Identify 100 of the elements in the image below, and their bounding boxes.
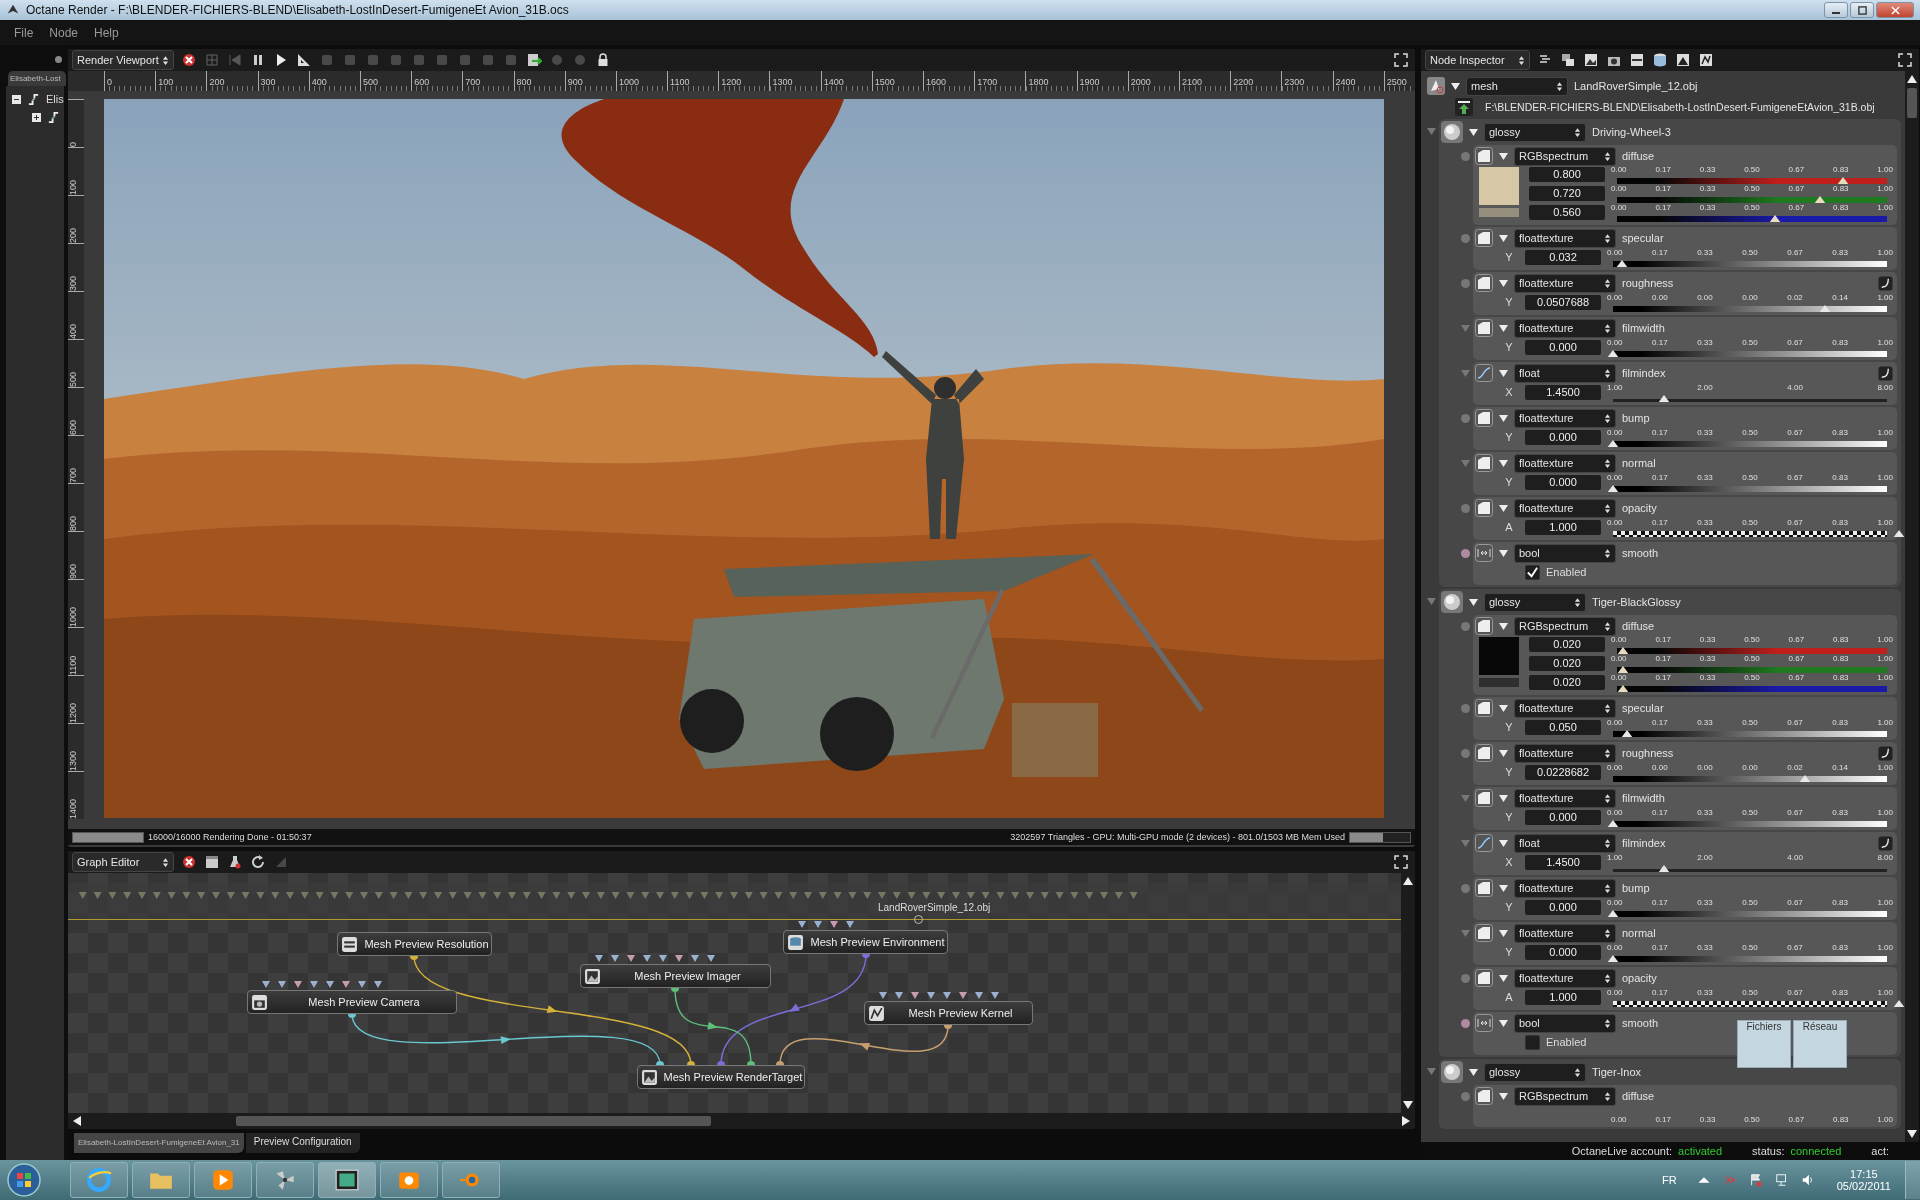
scroll-left-button[interactable] [72, 1115, 82, 1127]
value-field[interactable]: 1.4500 [1525, 384, 1601, 400]
texture-icon[interactable] [1475, 617, 1493, 635]
texture-icon[interactable] [1475, 147, 1493, 165]
slider-thumb[interactable] [1607, 955, 1619, 962]
node-type-dropdown[interactable]: floattexture [1514, 453, 1616, 473]
panel-icon[interactable] [1629, 52, 1645, 68]
curve-button[interactable] [1878, 365, 1893, 381]
collapse-arrow-icon[interactable] [1499, 748, 1508, 758]
texture-icon[interactable] [1475, 229, 1493, 247]
slider-thumb[interactable] [1893, 1000, 1905, 1007]
value-field[interactable]: 0.020 [1529, 675, 1605, 690]
scene-tab[interactable]: Elisabeth-Lost [8, 71, 66, 86]
editor-dropdown[interactable]: Graph Editor [72, 852, 174, 872]
render-window-icon[interactable] [318, 1162, 376, 1198]
preview-title[interactable]: Fichiers [1746, 1021, 1782, 1067]
texture-icon[interactable] [1475, 274, 1493, 292]
material-type-dropdown[interactable]: glossy [1484, 592, 1586, 612]
flag-icon[interactable] [1748, 1173, 1763, 1187]
slider-thumb[interactable] [1621, 730, 1633, 737]
texture-icon[interactable] [1475, 454, 1493, 472]
slider-thumb[interactable] [1819, 305, 1831, 312]
editor-tab[interactable]: Elisabeth-LostInDesert-FumigeneEt Avion_31 [74, 1133, 244, 1153]
material-type-dropdown[interactable]: glossy [1484, 122, 1586, 142]
graph-node[interactable]: Mesh Preview Camera [247, 990, 457, 1014]
collapse-arrow-icon[interactable] [1499, 323, 1508, 333]
curve-button[interactable] [1878, 835, 1893, 851]
close-button[interactable] [1876, 2, 1914, 18]
graph-node[interactable]: Mesh Preview Resolution [337, 932, 492, 956]
node-type-dropdown[interactable]: float [1514, 833, 1616, 853]
node-type-dropdown[interactable]: bool [1514, 543, 1616, 563]
window-preview[interactable]: Fichiers [1737, 1020, 1791, 1068]
value-field[interactable]: 1.4500 [1525, 854, 1601, 870]
slider-thumb[interactable] [1617, 647, 1629, 654]
collapse-arrow-icon[interactable] [1499, 1091, 1508, 1101]
mesh-node-label[interactable]: LandRoverSimple_12.obj [878, 902, 991, 913]
graph-node[interactable]: Mesh Preview RenderTarget [637, 1065, 805, 1089]
slider-thumb[interactable] [1617, 685, 1629, 692]
fullscreen-icon[interactable] [1897, 52, 1913, 68]
mountain-icon[interactable] [1675, 52, 1691, 68]
scrollbar[interactable] [1905, 71, 1919, 1142]
export-icon[interactable] [526, 52, 542, 68]
value-field[interactable]: 0.000 [1525, 429, 1601, 445]
node-type-dropdown[interactable]: floattexture [1514, 878, 1616, 898]
clock-date[interactable]: 05/02/2011 [1836, 1180, 1891, 1192]
collapse-arrow-icon[interactable] [1499, 233, 1508, 243]
node-type-dropdown[interactable]: mesh [1466, 76, 1568, 96]
texture-icon[interactable] [1475, 499, 1493, 517]
menu-item[interactable]: File [6, 25, 42, 40]
start-button[interactable] [6, 1162, 42, 1198]
image-icon[interactable] [1583, 52, 1599, 68]
node-type-dropdown[interactable]: floattexture [1514, 228, 1616, 248]
value-field[interactable]: 0.800 [1529, 167, 1605, 182]
volume-icon[interactable] [1800, 1173, 1815, 1187]
scroll-up-button[interactable] [1402, 876, 1414, 886]
checkbox[interactable] [1525, 564, 1540, 580]
toggle-icon[interactable] [1475, 1014, 1493, 1032]
pin-icon[interactable] [1461, 1019, 1470, 1028]
expand-toggle[interactable] [32, 112, 41, 122]
value-field[interactable]: 0.000 [1525, 474, 1601, 490]
value-field[interactable]: 0.0507688 [1525, 294, 1601, 310]
slider-thumb[interactable] [1658, 865, 1670, 872]
collapse-arrow-icon[interactable] [1499, 458, 1508, 468]
value-field[interactable]: 0.050 [1525, 719, 1601, 735]
collapse-arrow-icon[interactable] [1499, 928, 1508, 938]
texture-icon[interactable] [1475, 924, 1493, 942]
node-type-dropdown[interactable]: floattexture [1514, 408, 1616, 428]
slider-thumb[interactable] [1814, 196, 1826, 203]
graph-node[interactable]: Mesh Preview Kernel [864, 1001, 1033, 1025]
collapse-arrow-icon[interactable] [1499, 621, 1508, 631]
pin-icon[interactable] [1427, 597, 1436, 606]
collapse-arrow-icon[interactable] [1499, 838, 1508, 848]
scroll-down-button[interactable] [1906, 1129, 1918, 1139]
value-field[interactable]: 0.000 [1525, 899, 1601, 915]
camera-app-icon[interactable] [380, 1162, 438, 1198]
slider-thumb[interactable] [1837, 177, 1849, 184]
inspector-dropdown[interactable]: Node Inspector [1425, 50, 1530, 70]
value-field[interactable]: 1.000 [1525, 519, 1601, 535]
media-player-icon[interactable] [194, 1162, 252, 1198]
value-field[interactable]: 0.032 [1525, 249, 1601, 265]
value-field[interactable]: 0.000 [1525, 944, 1601, 960]
texture-icon[interactable] [1475, 1087, 1493, 1105]
value-field[interactable]: 0.560 [1529, 205, 1605, 220]
graph-node[interactable]: Mesh Preview Environment [783, 930, 948, 954]
curve-icon[interactable] [1475, 834, 1493, 852]
graph-node[interactable]: Mesh Preview Imager [580, 964, 771, 988]
upload-icon[interactable] [1455, 98, 1473, 116]
collapse-arrow-icon[interactable] [1451, 81, 1460, 91]
node-type-dropdown[interactable]: floattexture [1514, 318, 1616, 338]
texture-icon[interactable] [1475, 744, 1493, 762]
scroll-up-button[interactable] [1906, 74, 1918, 84]
node-type-dropdown[interactable]: RGBspectrum [1514, 616, 1616, 636]
value-field[interactable]: 0.0228682 [1525, 764, 1601, 780]
scroll-down-button[interactable] [1402, 1100, 1414, 1110]
node-type-dropdown[interactable]: floattexture [1514, 743, 1616, 763]
clock-time[interactable]: 17:15 [1850, 1168, 1878, 1180]
collapse-arrow-icon[interactable] [1499, 503, 1508, 513]
pin-icon[interactable] [1461, 549, 1470, 558]
menu-item[interactable]: Help [86, 25, 127, 40]
texture-icon[interactable] [1475, 699, 1493, 717]
